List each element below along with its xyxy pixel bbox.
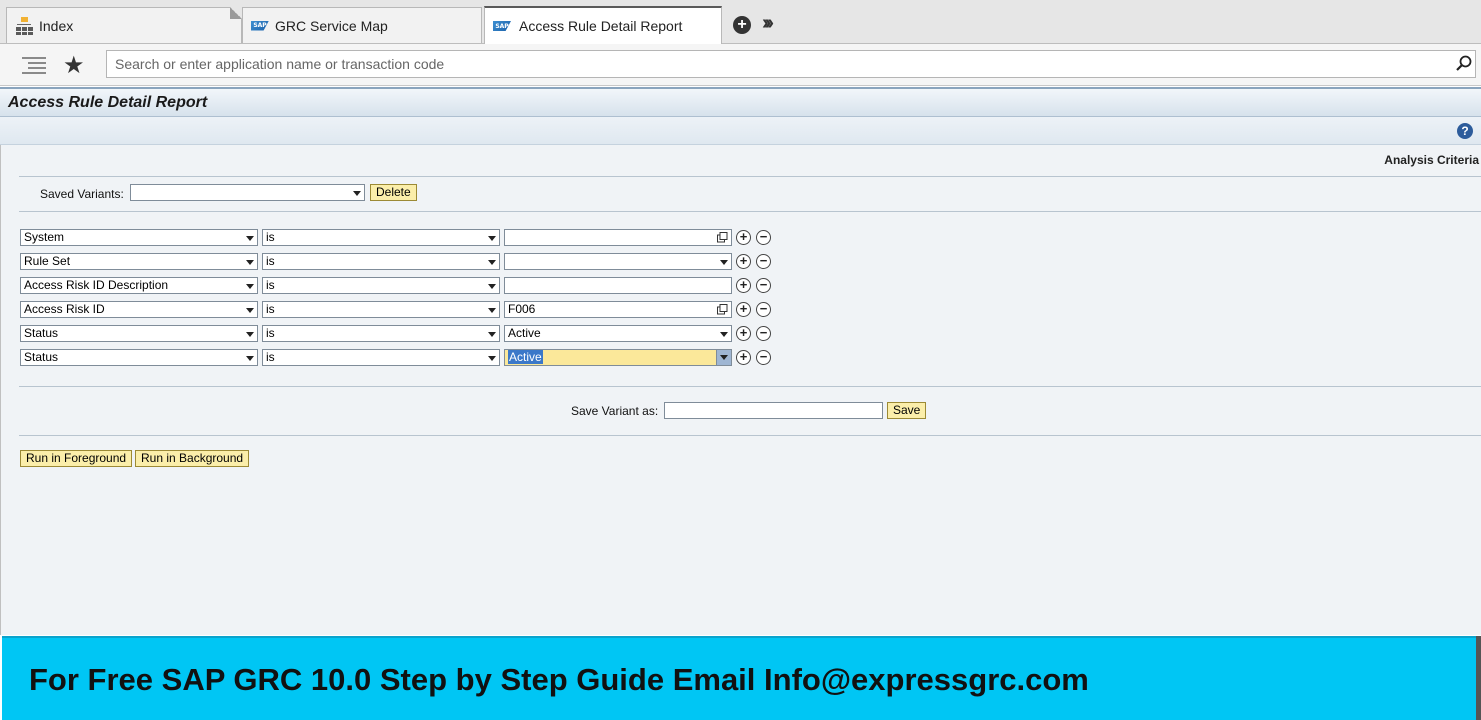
run-in-background-button[interactable]: Run in Background: [135, 450, 250, 467]
chevron-down-icon: [246, 332, 254, 337]
criteria-value-input[interactable]: [504, 229, 732, 246]
chevron-down-icon: [720, 355, 728, 360]
sitemap-icon: [15, 16, 33, 35]
chevron-down-icon: [488, 284, 496, 289]
criteria-field-dropdown[interactable]: Status: [20, 349, 258, 366]
page-subheader: ?: [0, 117, 1481, 145]
add-criteria-icon[interactable]: +: [736, 230, 751, 245]
favorites-star-icon[interactable]: ★: [63, 51, 85, 80]
divider: [19, 435, 1481, 436]
criteria-operator-dropdown[interactable]: is: [262, 277, 500, 294]
criteria-field-dropdown[interactable]: Status: [20, 325, 258, 342]
tab-grc-service-map[interactable]: SAP GRC Service Map: [242, 7, 482, 43]
banner-edge: [1476, 636, 1481, 720]
remove-criteria-icon[interactable]: −: [756, 302, 771, 317]
remove-criteria-icon[interactable]: −: [756, 254, 771, 269]
remove-criteria-icon[interactable]: −: [756, 326, 771, 341]
app-window: Index SAP GRC Service Map SAP Access Rul…: [0, 0, 1481, 720]
chevron-down-icon: [488, 332, 496, 337]
criteria-value-input[interactable]: F006: [504, 301, 732, 318]
remove-criteria-icon[interactable]: −: [756, 230, 771, 245]
page-header: Access Rule Detail Report: [0, 87, 1481, 117]
chevron-down-icon: [246, 236, 254, 241]
sap-logo-icon: SAP: [493, 21, 511, 31]
criteria-operator-dropdown[interactable]: is: [262, 349, 500, 366]
multiple-selection-icon[interactable]: [717, 232, 728, 243]
save-variant-input[interactable]: [664, 402, 883, 419]
chevron-down-icon: [720, 260, 728, 265]
criteria-value-dropdown[interactable]: [504, 253, 732, 270]
sap-logo-icon: SAP: [251, 20, 269, 31]
more-tabs-icon[interactable]: ›››: [762, 12, 774, 35]
add-tab-icon[interactable]: +: [733, 16, 751, 34]
criteria-field-dropdown[interactable]: Access Risk ID: [20, 301, 258, 318]
criteria-operator-dropdown[interactable]: is: [262, 229, 500, 246]
saved-variants-label: Saved Variants:: [40, 187, 124, 201]
tab-label: Access Rule Detail Report: [519, 18, 683, 34]
tab-label: GRC Service Map: [275, 17, 388, 34]
help-icon[interactable]: ?: [1457, 123, 1473, 139]
save-button[interactable]: Save: [887, 402, 927, 419]
chevron-down-icon: [488, 356, 496, 361]
chevron-down-icon: [246, 284, 254, 289]
page-title: Access Rule Detail Report: [8, 94, 208, 111]
tab-label: Index: [39, 17, 74, 34]
criteria-value-input[interactable]: [504, 277, 732, 294]
divider: [19, 211, 1481, 212]
add-criteria-icon[interactable]: +: [736, 302, 751, 317]
delete-button[interactable]: Delete: [370, 184, 417, 201]
chevron-down-icon: [488, 260, 496, 265]
run-in-foreground-button[interactable]: Run in Foreground: [20, 450, 133, 467]
criteria-value-dropdown[interactable]: Active: [504, 325, 732, 342]
add-criteria-icon[interactable]: +: [736, 254, 751, 269]
chevron-down-icon: [353, 191, 361, 196]
divider: [19, 386, 1481, 387]
criteria-operator-dropdown[interactable]: is: [262, 301, 500, 318]
chevron-down-icon: [246, 260, 254, 265]
criteria-value-dropdown-focused[interactable]: Active: [504, 349, 732, 366]
divider: [19, 176, 1481, 177]
tab-corner-fold: [230, 7, 242, 19]
menu-list-icon[interactable]: [22, 56, 46, 74]
tab-bar: Index SAP GRC Service Map SAP Access Rul…: [0, 0, 1481, 44]
criteria-field-dropdown[interactable]: Access Risk ID Description: [20, 277, 258, 294]
criteria-field-dropdown[interactable]: Rule Set: [20, 253, 258, 270]
save-variant-label: Save Variant as:: [571, 404, 659, 418]
search-icon[interactable]: [1456, 55, 1472, 71]
search-bar: ★: [0, 44, 1481, 86]
remove-criteria-icon[interactable]: −: [756, 278, 771, 293]
chevron-down-icon: [488, 236, 496, 241]
promo-banner: For Free SAP GRC 10.0 Step by Step Guide…: [2, 636, 1476, 720]
criteria-operator-dropdown[interactable]: is: [262, 325, 500, 342]
section-title: Analysis Criteria: [1384, 153, 1479, 167]
add-criteria-icon[interactable]: +: [736, 350, 751, 365]
saved-variants-dropdown[interactable]: [130, 184, 365, 201]
remove-criteria-icon[interactable]: −: [756, 350, 771, 365]
tab-index[interactable]: Index: [6, 7, 242, 43]
chevron-down-icon: [720, 332, 728, 337]
multiple-selection-icon[interactable]: [717, 304, 728, 315]
add-criteria-icon[interactable]: +: [736, 326, 751, 341]
analysis-criteria-panel: Analysis Criteria Saved Variants: Delete…: [0, 145, 1481, 635]
chevron-down-icon: [488, 308, 496, 313]
criteria-operator-dropdown[interactable]: is: [262, 253, 500, 270]
tab-access-rule-detail-report[interactable]: SAP Access Rule Detail Report: [484, 6, 722, 44]
chevron-down-icon: [246, 308, 254, 313]
add-criteria-icon[interactable]: +: [736, 278, 751, 293]
criteria-field-dropdown[interactable]: System: [20, 229, 258, 246]
banner-text: For Free SAP GRC 10.0 Step by Step Guide…: [29, 662, 1089, 697]
chevron-down-icon: [246, 356, 254, 361]
search-input[interactable]: [106, 50, 1476, 78]
